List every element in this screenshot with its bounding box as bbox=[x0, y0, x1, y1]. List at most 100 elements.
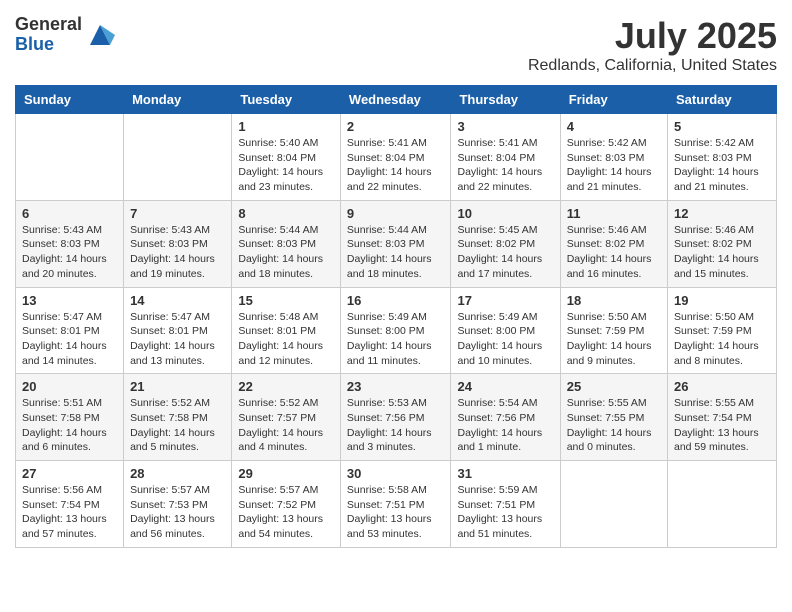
day-info: Sunrise: 5:44 AM Sunset: 8:03 PM Dayligh… bbox=[347, 223, 445, 282]
day-number: 29 bbox=[238, 466, 334, 481]
day-info: Sunrise: 5:47 AM Sunset: 8:01 PM Dayligh… bbox=[130, 310, 225, 369]
calendar-cell bbox=[668, 461, 777, 548]
day-number: 17 bbox=[457, 293, 553, 308]
logo-icon bbox=[85, 20, 115, 50]
day-number: 24 bbox=[457, 379, 553, 394]
weekday-header-thursday: Thursday bbox=[451, 86, 560, 114]
day-info: Sunrise: 5:55 AM Sunset: 7:54 PM Dayligh… bbox=[674, 396, 770, 455]
weekday-header-sunday: Sunday bbox=[16, 86, 124, 114]
day-info: Sunrise: 5:50 AM Sunset: 7:59 PM Dayligh… bbox=[674, 310, 770, 369]
day-number: 21 bbox=[130, 379, 225, 394]
day-info: Sunrise: 5:52 AM Sunset: 7:58 PM Dayligh… bbox=[130, 396, 225, 455]
weekday-header-friday: Friday bbox=[560, 86, 667, 114]
calendar-cell: 3 Sunrise: 5:41 AM Sunset: 8:04 PM Daylig… bbox=[451, 114, 560, 201]
calendar-cell: 24 Sunrise: 5:54 AM Sunset: 7:56 PM Dayli… bbox=[451, 374, 560, 461]
location-title: Redlands, California, United States bbox=[528, 57, 777, 75]
day-info: Sunrise: 5:48 AM Sunset: 8:01 PM Dayligh… bbox=[238, 310, 334, 369]
calendar-cell: 9 Sunrise: 5:44 AM Sunset: 8:03 PM Daylig… bbox=[340, 200, 451, 287]
day-number: 12 bbox=[674, 206, 770, 221]
calendar-cell: 5 Sunrise: 5:42 AM Sunset: 8:03 PM Daylig… bbox=[668, 114, 777, 201]
day-number: 19 bbox=[674, 293, 770, 308]
calendar-cell: 21 Sunrise: 5:52 AM Sunset: 7:58 PM Dayli… bbox=[124, 374, 232, 461]
day-info: Sunrise: 5:57 AM Sunset: 7:53 PM Dayligh… bbox=[130, 483, 225, 542]
calendar-cell: 6 Sunrise: 5:43 AM Sunset: 8:03 PM Daylig… bbox=[16, 200, 124, 287]
day-info: Sunrise: 5:59 AM Sunset: 7:51 PM Dayligh… bbox=[457, 483, 553, 542]
day-info: Sunrise: 5:42 AM Sunset: 8:03 PM Dayligh… bbox=[674, 136, 770, 195]
day-number: 6 bbox=[22, 206, 117, 221]
calendar-table: SundayMondayTuesdayWednesdayThursdayFrid… bbox=[15, 85, 777, 548]
day-number: 22 bbox=[238, 379, 334, 394]
day-number: 31 bbox=[457, 466, 553, 481]
day-number: 9 bbox=[347, 206, 445, 221]
calendar-cell: 23 Sunrise: 5:53 AM Sunset: 7:56 PM Dayli… bbox=[340, 374, 451, 461]
calendar-cell: 11 Sunrise: 5:46 AM Sunset: 8:02 PM Dayli… bbox=[560, 200, 667, 287]
day-info: Sunrise: 5:52 AM Sunset: 7:57 PM Dayligh… bbox=[238, 396, 334, 455]
calendar-cell: 16 Sunrise: 5:49 AM Sunset: 8:00 PM Dayli… bbox=[340, 287, 451, 374]
day-info: Sunrise: 5:40 AM Sunset: 8:04 PM Dayligh… bbox=[238, 136, 334, 195]
calendar-cell: 7Sunrise: 5:43 AM Sunset: 8:03 PM Daylig… bbox=[124, 200, 232, 287]
day-number: 4 bbox=[567, 119, 661, 134]
calendar-cell: 28Sunrise: 5:57 AM Sunset: 7:53 PM Dayli… bbox=[124, 461, 232, 548]
day-number: 8 bbox=[238, 206, 334, 221]
calendar-cell: 17 Sunrise: 5:49 AM Sunset: 8:00 PM Dayli… bbox=[451, 287, 560, 374]
day-number: 27 bbox=[22, 466, 117, 481]
calendar-cell: 31 Sunrise: 5:59 AM Sunset: 7:51 PM Dayli… bbox=[451, 461, 560, 548]
day-info: Sunrise: 5:58 AM Sunset: 7:51 PM Dayligh… bbox=[347, 483, 445, 542]
day-info: Sunrise: 5:46 AM Sunset: 8:02 PM Dayligh… bbox=[674, 223, 770, 282]
day-number: 11 bbox=[567, 206, 661, 221]
day-number: 5 bbox=[674, 119, 770, 134]
day-info: Sunrise: 5:55 AM Sunset: 7:55 PM Dayligh… bbox=[567, 396, 661, 455]
day-number: 15 bbox=[238, 293, 334, 308]
day-number: 25 bbox=[567, 379, 661, 394]
day-info: Sunrise: 5:43 AM Sunset: 8:03 PM Dayligh… bbox=[22, 223, 117, 282]
week-row-3: 13Sunrise: 5:47 AM Sunset: 8:01 PM Dayli… bbox=[16, 287, 777, 374]
day-info: Sunrise: 5:51 AM Sunset: 7:58 PM Dayligh… bbox=[22, 396, 117, 455]
day-info: Sunrise: 5:41 AM Sunset: 8:04 PM Dayligh… bbox=[347, 136, 445, 195]
weekday-header-monday: Monday bbox=[124, 86, 232, 114]
weekday-header-wednesday: Wednesday bbox=[340, 86, 451, 114]
weekday-header-row: SundayMondayTuesdayWednesdayThursdayFrid… bbox=[16, 86, 777, 114]
week-row-2: 6 Sunrise: 5:43 AM Sunset: 8:03 PM Daylig… bbox=[16, 200, 777, 287]
calendar-cell: 29Sunrise: 5:57 AM Sunset: 7:52 PM Dayli… bbox=[232, 461, 341, 548]
day-number: 7 bbox=[130, 206, 225, 221]
calendar-cell bbox=[16, 114, 124, 201]
day-number: 23 bbox=[347, 379, 445, 394]
calendar-cell: 4 Sunrise: 5:42 AM Sunset: 8:03 PM Daylig… bbox=[560, 114, 667, 201]
day-info: Sunrise: 5:56 AM Sunset: 7:54 PM Dayligh… bbox=[22, 483, 117, 542]
calendar-cell: 12 Sunrise: 5:46 AM Sunset: 8:02 PM Dayli… bbox=[668, 200, 777, 287]
day-info: Sunrise: 5:46 AM Sunset: 8:02 PM Dayligh… bbox=[567, 223, 661, 282]
day-number: 3 bbox=[457, 119, 553, 134]
title-block: July 2025 Redlands, California, United S… bbox=[528, 15, 777, 75]
calendar-cell: 13Sunrise: 5:47 AM Sunset: 8:01 PM Dayli… bbox=[16, 287, 124, 374]
logo: General Blue bbox=[15, 15, 115, 55]
day-number: 1 bbox=[238, 119, 334, 134]
calendar-cell: 1 Sunrise: 5:40 AM Sunset: 8:04 PM Daylig… bbox=[232, 114, 341, 201]
calendar-cell: 27 Sunrise: 5:56 AM Sunset: 7:54 PM Dayli… bbox=[16, 461, 124, 548]
logo-general: General bbox=[15, 15, 82, 35]
day-number: 26 bbox=[674, 379, 770, 394]
calendar-cell: 20 Sunrise: 5:51 AM Sunset: 7:58 PM Dayli… bbox=[16, 374, 124, 461]
day-info: Sunrise: 5:42 AM Sunset: 8:03 PM Dayligh… bbox=[567, 136, 661, 195]
day-info: Sunrise: 5:47 AM Sunset: 8:01 PM Dayligh… bbox=[22, 310, 117, 369]
calendar-cell: 8 Sunrise: 5:44 AM Sunset: 8:03 PM Daylig… bbox=[232, 200, 341, 287]
day-number: 10 bbox=[457, 206, 553, 221]
calendar-cell bbox=[124, 114, 232, 201]
page-header: General Blue July 2025 Redlands, Califor… bbox=[15, 15, 777, 75]
day-info: Sunrise: 5:50 AM Sunset: 7:59 PM Dayligh… bbox=[567, 310, 661, 369]
day-info: Sunrise: 5:49 AM Sunset: 8:00 PM Dayligh… bbox=[457, 310, 553, 369]
day-number: 30 bbox=[347, 466, 445, 481]
day-info: Sunrise: 5:53 AM Sunset: 7:56 PM Dayligh… bbox=[347, 396, 445, 455]
calendar-cell: 15 Sunrise: 5:48 AM Sunset: 8:01 PM Dayli… bbox=[232, 287, 341, 374]
calendar-cell: 30 Sunrise: 5:58 AM Sunset: 7:51 PM Dayli… bbox=[340, 461, 451, 548]
day-info: Sunrise: 5:49 AM Sunset: 8:00 PM Dayligh… bbox=[347, 310, 445, 369]
day-number: 20 bbox=[22, 379, 117, 394]
day-info: Sunrise: 5:54 AM Sunset: 7:56 PM Dayligh… bbox=[457, 396, 553, 455]
day-number: 16 bbox=[347, 293, 445, 308]
week-row-1: 1 Sunrise: 5:40 AM Sunset: 8:04 PM Daylig… bbox=[16, 114, 777, 201]
day-info: Sunrise: 5:44 AM Sunset: 8:03 PM Dayligh… bbox=[238, 223, 334, 282]
calendar-cell: 26 Sunrise: 5:55 AM Sunset: 7:54 PM Dayli… bbox=[668, 374, 777, 461]
day-info: Sunrise: 5:41 AM Sunset: 8:04 PM Dayligh… bbox=[457, 136, 553, 195]
day-number: 18 bbox=[567, 293, 661, 308]
week-row-5: 27 Sunrise: 5:56 AM Sunset: 7:54 PM Dayli… bbox=[16, 461, 777, 548]
calendar-cell: 25 Sunrise: 5:55 AM Sunset: 7:55 PM Dayli… bbox=[560, 374, 667, 461]
